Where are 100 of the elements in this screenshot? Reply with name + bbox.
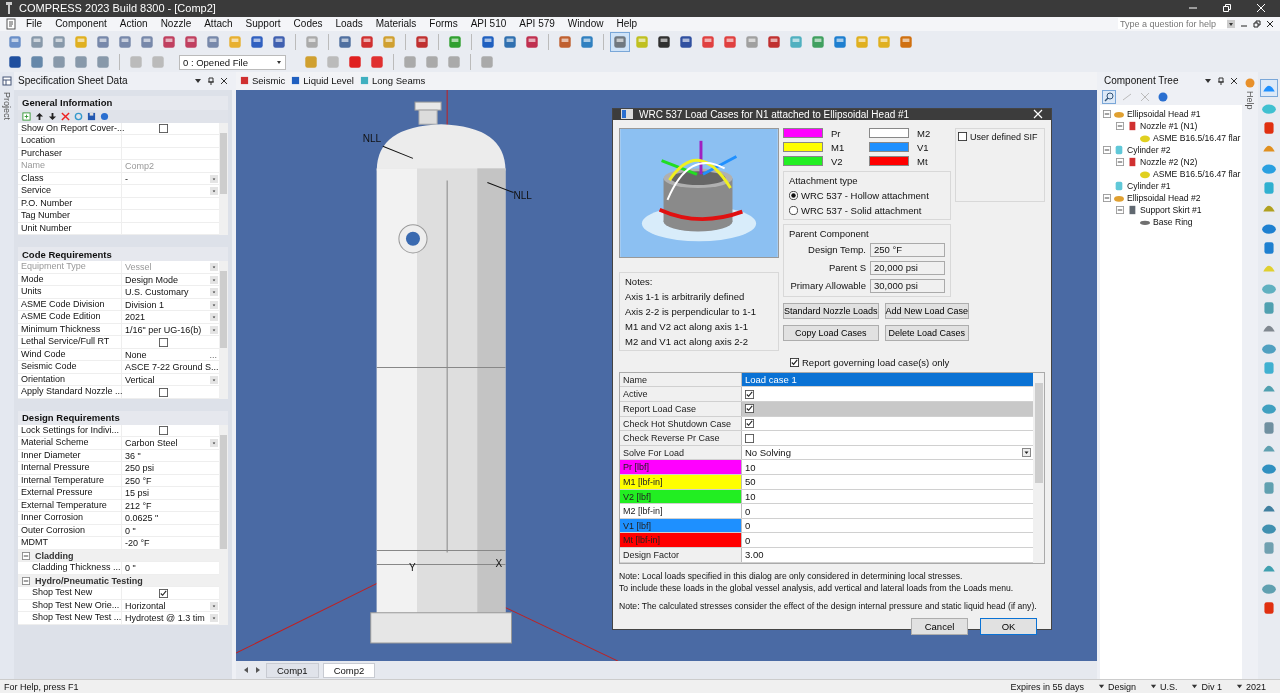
grid-value-cell[interactable] bbox=[742, 402, 1033, 416]
menu-item[interactable]: Attach bbox=[204, 18, 233, 30]
dropdown-arrow-icon[interactable] bbox=[1204, 76, 1212, 85]
section-header[interactable]: General Information bbox=[18, 95, 228, 110]
checkbox[interactable] bbox=[790, 357, 799, 367]
property-value[interactable]: ASCE 7-22 Ground S... bbox=[125, 362, 219, 373]
dialog-button[interactable]: Standard Nozzle Loads bbox=[783, 302, 879, 319]
project-tab[interactable]: Project bbox=[2, 91, 12, 120]
close-icon[interactable] bbox=[1230, 76, 1238, 85]
menu-item[interactable]: Support bbox=[245, 18, 281, 30]
property-value[interactable]: 0.0625 " bbox=[125, 513, 219, 524]
checkbox-label[interactable]: Report governing load case(s) only bbox=[802, 356, 950, 368]
component-icon[interactable] bbox=[1261, 539, 1277, 556]
document-icon[interactable] bbox=[6, 17, 16, 30]
tree-item[interactable]: Nozzle #2 (N2) bbox=[1140, 156, 1198, 167]
refresh-icon[interactable] bbox=[74, 111, 83, 121]
grid-value-cell[interactable]: 10 bbox=[742, 489, 1033, 504]
property-value[interactable]: 250 psi bbox=[125, 463, 219, 474]
dropdown-arrow-icon[interactable] bbox=[1191, 683, 1199, 690]
menu-item[interactable]: Window bbox=[567, 18, 604, 30]
checkbox-label[interactable]: User defined SIF bbox=[970, 131, 1038, 142]
radio-button[interactable] bbox=[789, 205, 798, 215]
status-dropdown[interactable]: U.S. bbox=[1159, 681, 1178, 692]
section-header[interactable]: Design Requirements bbox=[18, 410, 228, 425]
component-icon[interactable] bbox=[1261, 79, 1277, 96]
up-arrow-icon[interactable] bbox=[35, 111, 44, 121]
dropdown-arrow-icon[interactable] bbox=[194, 76, 202, 85]
tree-item[interactable]: Ellipsoidal Head #1 bbox=[1127, 108, 1201, 119]
menu-item[interactable]: Codes bbox=[293, 18, 323, 30]
search-icon[interactable] bbox=[1103, 91, 1115, 104]
property-value[interactable]: 212 °F bbox=[125, 500, 219, 511]
radio-label[interactable]: WRC 537 - Hollow attachment bbox=[801, 189, 929, 201]
dialog-button[interactable]: Add New Load Case bbox=[884, 302, 970, 319]
dialog-button[interactable]: OK bbox=[980, 617, 1037, 635]
grid-value-cell[interactable]: 0 bbox=[742, 533, 1033, 547]
scrollbar[interactable] bbox=[219, 122, 228, 236]
tree-item[interactable]: Nozzle #1 (N1) bbox=[1140, 120, 1198, 131]
property-value[interactable]: Vertical bbox=[125, 374, 210, 385]
next-icon[interactable] bbox=[254, 666, 262, 674]
property-value[interactable]: Horizontal bbox=[125, 600, 210, 611]
collapse-icon[interactable] bbox=[1116, 157, 1124, 166]
menu-item[interactable]: File bbox=[26, 18, 43, 30]
checkbox[interactable] bbox=[958, 132, 967, 142]
property-value[interactable]: 36 " bbox=[125, 450, 219, 461]
tab-icon[interactable] bbox=[240, 76, 249, 86]
file-select[interactable]: 0 : Opened File bbox=[179, 54, 286, 70]
property-value[interactable]: Hydrotest @ 1.3 tim bbox=[125, 613, 210, 624]
status-dropdown[interactable]: Div 1 bbox=[1201, 681, 1222, 692]
dropdown-arrow-icon[interactable] bbox=[1149, 683, 1157, 690]
property-value[interactable]: U.S. Customary bbox=[125, 287, 210, 298]
menu-item[interactable]: API 510 bbox=[470, 18, 507, 30]
component-icon[interactable] bbox=[1261, 419, 1277, 436]
property-value[interactable]: Carbon Steel bbox=[125, 438, 210, 449]
grid-value-cell[interactable]: Load case 1 bbox=[742, 372, 1033, 387]
radio-label[interactable]: WRC 537 - Solid attachment bbox=[801, 204, 922, 216]
component-icon[interactable] bbox=[1261, 299, 1277, 316]
checkbox[interactable] bbox=[159, 588, 168, 598]
collapse-icon[interactable] bbox=[22, 576, 30, 585]
menu-item[interactable]: Loads bbox=[335, 18, 363, 30]
scrollbar[interactable] bbox=[219, 261, 228, 399]
collapse-icon[interactable] bbox=[1116, 121, 1124, 130]
panel-icon[interactable] bbox=[2, 75, 12, 86]
grid-value-cell[interactable]: No Solving bbox=[742, 445, 1033, 460]
property-value[interactable]: None bbox=[125, 349, 210, 360]
grid-value-cell[interactable]: 50 bbox=[742, 475, 1033, 489]
dropdown-arrow-icon[interactable] bbox=[1022, 448, 1031, 458]
tab-icon[interactable] bbox=[360, 76, 369, 86]
view-tab[interactable]: Long Seams bbox=[372, 75, 426, 87]
menu-item[interactable]: Action bbox=[119, 18, 148, 30]
menu-item[interactable]: Component bbox=[55, 18, 107, 30]
help-search-field[interactable]: Type a question for help bbox=[1118, 18, 1227, 30]
tab-icon[interactable] bbox=[291, 76, 301, 86]
checkbox[interactable] bbox=[159, 426, 168, 436]
property-value[interactable]: 250 °F bbox=[125, 475, 219, 486]
grid-value-cell[interactable]: 3.00 bbox=[742, 548, 1033, 562]
help-icon[interactable] bbox=[100, 111, 109, 121]
close-icon[interactable] bbox=[220, 76, 228, 85]
status-dropdown[interactable]: 2021 bbox=[1245, 681, 1266, 692]
checkbox[interactable] bbox=[159, 387, 168, 397]
property-value[interactable]: - bbox=[125, 173, 210, 184]
property-value[interactable]: -20 °F bbox=[125, 538, 219, 549]
property-value[interactable]: 0 " bbox=[125, 525, 219, 536]
tree-item[interactable]: Cylinder #2 bbox=[1127, 144, 1171, 155]
tree-item[interactable]: Support Skirt #1 bbox=[1140, 204, 1202, 215]
restore-icon[interactable] bbox=[1253, 19, 1261, 28]
collapse-icon[interactable] bbox=[22, 551, 30, 560]
pin-icon[interactable] bbox=[207, 76, 215, 85]
collapse-icon[interactable] bbox=[1103, 145, 1111, 154]
component-icon[interactable] bbox=[1261, 119, 1277, 136]
menu-item[interactable]: Nozzle bbox=[160, 18, 192, 30]
checkbox[interactable] bbox=[745, 433, 754, 443]
property-value[interactable]: 15 psi bbox=[125, 488, 219, 499]
view-tab[interactable]: Seismic bbox=[252, 75, 286, 87]
close-icon[interactable] bbox=[1266, 19, 1274, 28]
property-value[interactable]: 0 " bbox=[125, 563, 219, 574]
tree-item[interactable]: ASME B16.5/16.47 flar bbox=[1153, 168, 1241, 179]
property-value[interactable]: Design Mode bbox=[125, 274, 210, 285]
component-icon[interactable] bbox=[1261, 479, 1277, 496]
menu-item[interactable]: API 579 bbox=[519, 18, 555, 30]
menu-item[interactable]: Materials bbox=[375, 18, 417, 30]
